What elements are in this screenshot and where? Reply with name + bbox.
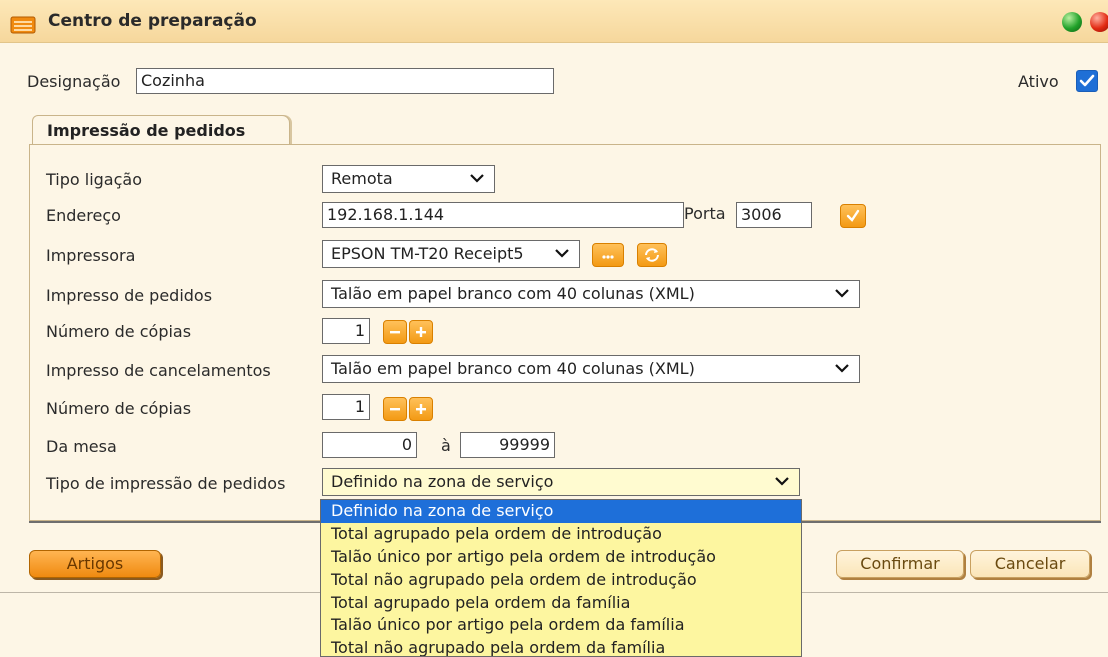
confirm-button[interactable]: Confirmar [836,550,964,578]
copies-increment-button[interactable] [409,320,433,344]
minus-icon [390,408,400,411]
printer-label: Impressora [46,246,136,265]
copies-label: Número de cópias [46,322,192,341]
refresh-icon [645,248,659,262]
printer-refresh-button[interactable] [637,243,667,267]
dropdown-option[interactable]: Definido na zona de serviço [321,500,801,523]
chevron-down-icon [555,249,569,258]
connection-type-select[interactable]: Remota [322,165,495,193]
copies2-decrement-button[interactable] [383,397,407,421]
red-ball-icon[interactable] [1090,12,1108,32]
test-connection-button[interactable] [840,204,866,228]
chevron-down-icon [775,477,789,486]
table-from-input[interactable]: 0 [322,432,417,458]
copies-input[interactable]: 1 [322,318,370,344]
checkmark-icon [1079,74,1095,87]
plus-icon [416,404,426,414]
connection-type-value: Remota [331,169,393,188]
order-print-type-select[interactable]: Definido na zona de serviço [322,468,800,496]
table-range-label: Da mesa [46,437,117,456]
active-checkbox[interactable] [1076,70,1098,92]
order-print-value: Talão em papel branco com 40 colunas (XM… [331,284,695,303]
dropdown-option[interactable]: Total agrupado pela ordem da família [321,592,801,615]
cancel-print-value: Talão em papel branco com 40 colunas (XM… [331,359,695,378]
dropdown-option[interactable]: Total agrupado pela ordem de introdução [321,523,801,546]
plus-icon [416,327,426,337]
dropdown-option[interactable]: Total não agrupado pela ordem de introdu… [321,569,801,592]
order-print-type-dropdown[interactable]: Definido na zona de serviço Total agrupa… [320,499,802,657]
designation-label: Designação [27,72,121,91]
minus-icon [390,331,400,334]
tab-label: Impressão de pedidos [47,121,246,140]
port-label: Porta [684,204,726,223]
dropdown-option[interactable]: Total não agrupado pela ordem da família [321,637,801,656]
order-print-type-value: Definido na zona de serviço [331,472,554,491]
chevron-down-icon [835,364,849,373]
table-to-input[interactable]: 99999 [460,432,555,458]
order-print-label: Impresso de pedidos [46,286,213,305]
title-bar: Centro de preparação [0,0,1108,43]
chevron-down-icon [835,289,849,298]
cancel-print-select[interactable]: Talão em papel branco com 40 colunas (XM… [322,355,860,383]
check-icon [846,209,860,222]
printer-folder-icon [10,16,36,34]
cancel-print-label: Impresso de cancelamentos [46,361,271,380]
green-ball-icon[interactable] [1062,12,1082,32]
articles-button[interactable]: Artigos [29,550,161,578]
copies2-label: Número de cópias [46,399,192,418]
connection-type-label: Tipo ligação [46,170,142,189]
tab-order-printing[interactable]: Impressão de pedidos [32,115,290,146]
printer-browse-button[interactable] [592,243,624,267]
address-label: Endereço [46,206,121,225]
designation-input[interactable]: Cozinha [136,68,554,94]
dropdown-option[interactable]: Talão único por artigo pela ordem de int… [321,546,801,569]
window-title: Centro de preparação [48,11,257,31]
address-input[interactable]: 192.168.1.144 [322,202,684,228]
copies-decrement-button[interactable] [383,320,407,344]
order-print-select[interactable]: Talão em papel branco com 40 colunas (XM… [322,280,860,308]
port-input[interactable]: 3006 [736,202,812,228]
active-label: Ativo [1018,72,1059,91]
printer-value: EPSON TM-T20 Receipt5 [331,244,524,263]
table-to-label: à [441,436,451,455]
cancel-button[interactable]: Cancelar [970,550,1090,578]
ellipsis-icon [602,255,614,259]
copies2-input[interactable]: 1 [322,394,370,420]
dropdown-option[interactable]: Talão único por artigo pela ordem da fam… [321,614,801,637]
order-print-type-label: Tipo de impressão de pedidos [46,474,286,493]
printer-select[interactable]: EPSON TM-T20 Receipt5 [322,240,580,268]
chevron-down-icon [470,174,484,183]
copies2-increment-button[interactable] [409,397,433,421]
